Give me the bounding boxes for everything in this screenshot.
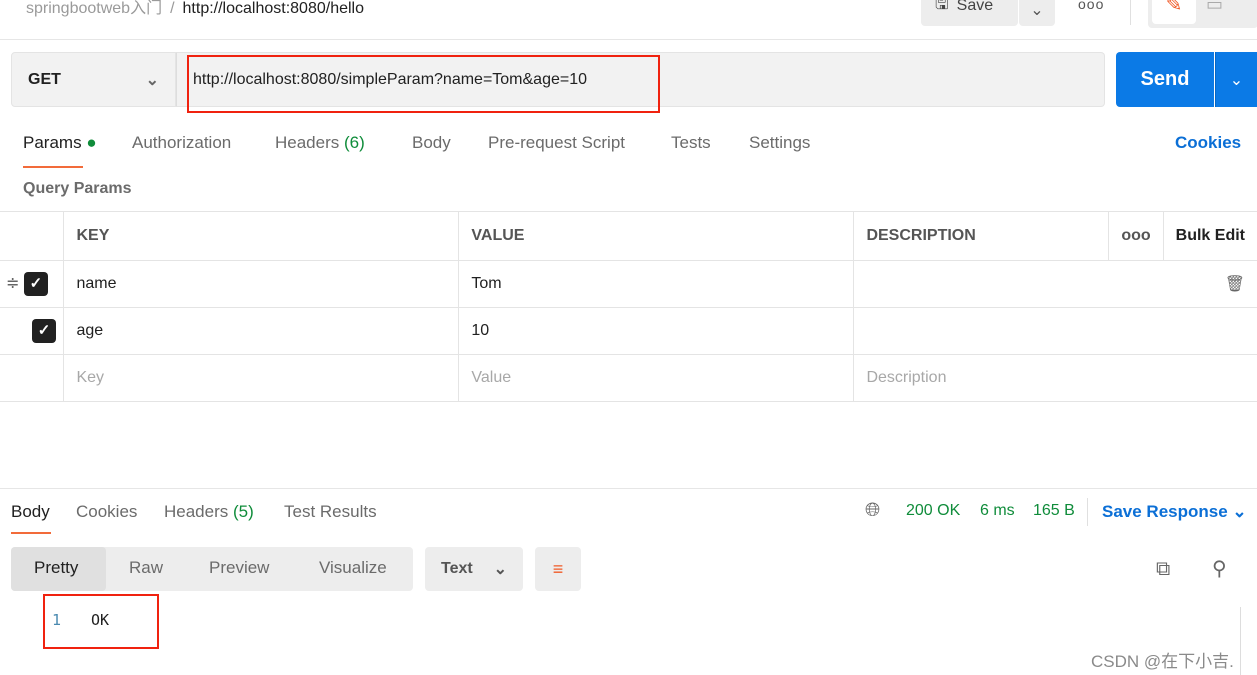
request-name[interactable]: http://localhost:8080/hello <box>183 0 364 17</box>
wrap-lines-icon[interactable]: ≡ <box>535 547 581 591</box>
divider <box>0 39 1257 40</box>
format-raw[interactable]: Raw <box>129 558 163 578</box>
method-value: GET <box>28 70 61 88</box>
divider <box>1087 498 1088 526</box>
comment-icon[interactable]: ▭ <box>1206 0 1223 15</box>
method-select[interactable]: GET ⌄ <box>11 52 176 107</box>
drag-handle-icon[interactable]: ≑ <box>6 275 19 292</box>
param-key[interactable]: age <box>63 307 460 355</box>
bulk-edit-button[interactable]: Bulk Edit <box>1162 211 1257 261</box>
globe-icon[interactable]: 🌐︎ <box>865 500 880 522</box>
param-value[interactable]: Tom <box>458 260 855 308</box>
row-checkbox[interactable]: ✓ <box>23 272 48 296</box>
tab-params[interactable]: Params ● <box>23 133 97 153</box>
chevron-down-icon: ⌄ <box>1232 502 1247 521</box>
tab-pre-request-script[interactable]: Pre-request Script <box>488 133 625 153</box>
query-params-title: Query Params <box>23 180 132 197</box>
response-tab-test-results[interactable]: Test Results <box>284 502 377 522</box>
param-key[interactable]: name <box>63 260 460 308</box>
response-size[interactable]: 165 B <box>1033 502 1075 520</box>
response-time[interactable]: 6 ms <box>980 502 1015 520</box>
divider <box>0 488 1257 489</box>
watermark: CSDN @在下小吉. <box>1091 652 1234 671</box>
format-visualize[interactable]: Visualize <box>319 558 387 578</box>
breadcrumb-separator: / <box>170 0 175 17</box>
trash-icon[interactable]: 🗑 <box>1225 276 1245 293</box>
value-input[interactable]: Value <box>458 354 855 402</box>
search-icon[interactable]: ⚲ <box>1212 556 1227 581</box>
table-row-empty: Key Value Description <box>0 354 1257 402</box>
table-header: KEY VALUE DESCRIPTION ooo Bulk Edit <box>0 211 1257 261</box>
description-input[interactable]: Description <box>853 354 1257 402</box>
send-button[interactable]: Send <box>1116 52 1214 107</box>
chevron-down-icon: ⌄ <box>1229 71 1244 89</box>
table-row: ✓ age 10 <box>0 307 1257 355</box>
highlight-box <box>43 594 159 649</box>
copy-icon[interactable]: ⧉ <box>1156 558 1170 581</box>
status-code[interactable]: 200 OK <box>906 502 960 520</box>
table-row: ≑ ✓ name Tom 🗑 <box>0 260 1257 308</box>
save-button[interactable]: 🖫 Save <box>921 0 1018 26</box>
tab-body[interactable]: Body <box>412 133 451 153</box>
save-response-button[interactable]: Save Response ⌄ <box>1102 502 1247 522</box>
content-type-select[interactable]: Text ⌄ <box>425 547 523 591</box>
save-dropdown-button[interactable]: ⌄ <box>1019 0 1055 26</box>
more-options-button[interactable]: ooo <box>1078 0 1104 12</box>
tab-authorization[interactable]: Authorization <box>132 133 231 153</box>
column-options-button[interactable]: ooo <box>1108 211 1164 261</box>
save-icon: 🖫 <box>935 0 949 13</box>
active-tab-indicator <box>11 532 51 534</box>
breadcrumb: springbootweb入门 / http://localhost:8080/he… <box>26 0 364 18</box>
divider <box>1240 607 1241 675</box>
row-checkbox[interactable]: ✓ <box>32 319 56 343</box>
format-preview[interactable]: Preview <box>209 558 269 578</box>
param-description[interactable]: 🗑 <box>853 260 1257 308</box>
chevron-down-icon: ⌄ <box>1030 2 1044 19</box>
highlight-box <box>187 55 660 113</box>
collection-name[interactable]: springbootweb入门 <box>26 0 162 17</box>
cookies-link[interactable]: Cookies <box>1175 133 1241 153</box>
params-dot-icon: ● <box>86 133 97 152</box>
param-value[interactable]: 10 <box>458 307 855 355</box>
tab-tests[interactable]: Tests <box>671 133 711 153</box>
chevron-down-icon: ⌄ <box>145 71 159 89</box>
tab-settings[interactable]: Settings <box>749 133 810 153</box>
format-pretty[interactable]: Pretty <box>34 558 78 578</box>
response-tab-body[interactable]: Body <box>11 502 50 522</box>
param-description[interactable] <box>853 307 1257 355</box>
send-dropdown-button[interactable]: ⌄ <box>1215 52 1257 107</box>
divider <box>1130 0 1131 25</box>
params-table: KEY VALUE DESCRIPTION ooo Bulk Edit ≑ ✓ … <box>0 211 1257 402</box>
edit-pencil-icon[interactable]: ✎ <box>1152 0 1196 24</box>
tab-headers[interactable]: Headers (6) <box>275 133 365 153</box>
response-tab-cookies[interactable]: Cookies <box>76 502 137 522</box>
chevron-down-icon: ⌄ <box>493 561 507 578</box>
save-label: Save <box>956 0 994 14</box>
col-key: KEY <box>63 211 460 261</box>
col-description: DESCRIPTION <box>853 211 1110 261</box>
col-value: VALUE <box>458 211 855 261</box>
key-input[interactable]: Key <box>63 354 460 402</box>
active-tab-indicator <box>23 166 83 168</box>
response-tab-headers[interactable]: Headers (5) <box>164 502 254 522</box>
